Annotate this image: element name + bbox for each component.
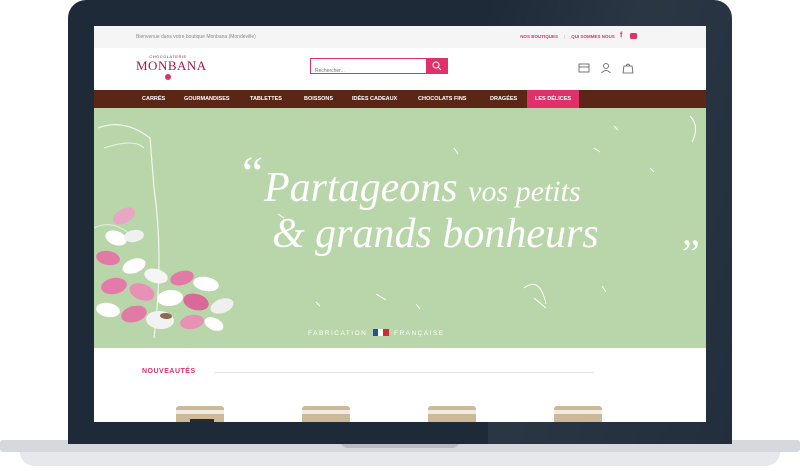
- made-in-label: FABRICATION: [308, 330, 368, 337]
- made-in-france: FABRICATION FRANÇAISE: [308, 329, 445, 337]
- section-divider: [214, 372, 594, 373]
- user-icon[interactable]: [600, 62, 612, 74]
- product-thumbnail[interactable]: [428, 406, 476, 422]
- hero-headline-big: Partageons: [264, 165, 458, 211]
- main-nav: CARRÉS GOURMANDISES TABLETTES BOISSONS I…: [94, 90, 706, 108]
- monbana-logo[interactable]: CHOCOLATERIE MONBANA: [136, 54, 207, 82]
- link-nos-boutiques[interactable]: NOS BOUTIQUES: [520, 34, 558, 39]
- nav-item-dragees[interactable]: DRAGÉES: [484, 90, 523, 108]
- nav-item-tablettes[interactable]: TABLETTES: [244, 90, 288, 108]
- product-shadow: [190, 419, 214, 422]
- laptop-base-bottom: [20, 452, 780, 466]
- nav-item-gourmandises[interactable]: GOURMANDISES: [178, 90, 236, 108]
- header: CHOCOLATERIE MONBANA: [94, 48, 706, 90]
- hero-banner[interactable]: “ Partageons vos petits & grands bonheur…: [94, 108, 706, 348]
- made-in-country: FRANÇAISE: [393, 330, 445, 337]
- welcome-text: Bienvenue dans votre boutique Monbana (M…: [136, 34, 256, 40]
- link-qui-sommes-nous[interactable]: QUI SOMMES NOUS: [571, 34, 615, 39]
- logo-emblem: [165, 74, 171, 80]
- product-label-band: [554, 410, 602, 414]
- laptop-base: [0, 440, 800, 473]
- bag-icon[interactable]: [622, 62, 634, 74]
- nav-item-idees-cadeaux[interactable]: IDÉES CADEAUX: [346, 90, 403, 108]
- hero-headline-line1: Partageons vos petits: [264, 164, 581, 212]
- link-separator: |: [563, 34, 566, 39]
- product-thumbnail[interactable]: [554, 406, 602, 422]
- top-links: NOS BOUTIQUES | QUI SOMMES NOUS |: [520, 34, 622, 39]
- nav-item-chocolats-fins[interactable]: CHOCOLATS FINS: [412, 90, 472, 108]
- nav-item-les-delices[interactable]: LES DÉLICES: [527, 90, 580, 108]
- hero-headline-line2: & grands bonheurs: [272, 211, 599, 257]
- laptop-screen: Bienvenue dans votre boutique Monbana (M…: [94, 26, 706, 422]
- search-input[interactable]: [311, 64, 411, 78]
- nav-item-carres[interactable]: CARRÉS: [136, 90, 171, 108]
- product-label-band: [176, 410, 224, 414]
- nav-item-boissons[interactable]: BOISSONS: [298, 90, 339, 108]
- logo-brand-text: MONBANA: [136, 58, 207, 73]
- store-icon[interactable]: [578, 62, 590, 74]
- quote-open-mark: “: [242, 147, 264, 200]
- youtube-icon[interactable]: [630, 33, 637, 39]
- search-box: [310, 58, 428, 78]
- new-products-section: NOUVEAUTÉS: [94, 348, 706, 422]
- quote-close-mark: ”: [682, 231, 700, 276]
- search-button[interactable]: [426, 58, 448, 74]
- french-flag-icon: [372, 329, 389, 336]
- laptop-bezel: Bienvenue dans votre boutique Monbana (M…: [68, 0, 732, 444]
- product-label-band: [428, 410, 476, 414]
- search-icon: [432, 61, 442, 71]
- top-bar: Bienvenue dans votre boutique Monbana (M…: [94, 26, 706, 48]
- section-title: NOUVEAUTÉS: [142, 368, 196, 375]
- facebook-icon[interactable]: f: [620, 32, 626, 40]
- product-thumbnail[interactable]: [302, 406, 350, 422]
- product-label-band: [302, 410, 350, 414]
- hero-headline-small: vos petits: [468, 175, 581, 208]
